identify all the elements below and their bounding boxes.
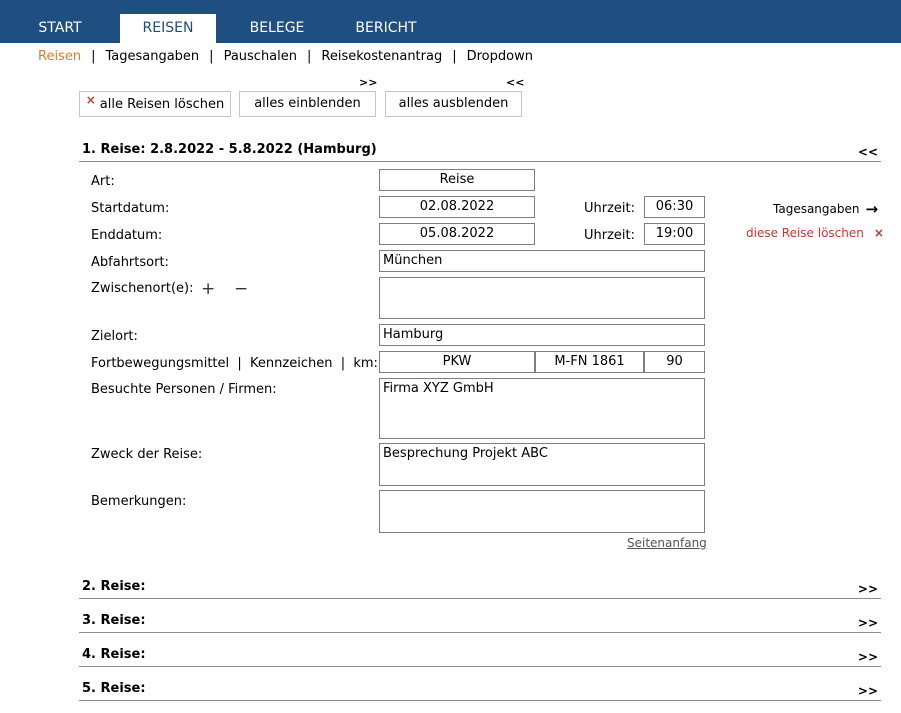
art-label: Art: xyxy=(91,174,115,189)
expand-all-marker[interactable]: >> xyxy=(359,76,377,89)
enddatum-field[interactable]: 05.08.2022 xyxy=(379,223,535,245)
subnav-dropdown[interactable]: Dropdown xyxy=(467,49,533,64)
tagesangaben-link[interactable]: Tagesangaben → xyxy=(773,199,879,218)
abfahrtsort-field[interactable]: München xyxy=(379,250,705,272)
enddatum-label: Enddatum: xyxy=(91,228,163,243)
delete-all-trips-label: alle Reisen löschen xyxy=(99,97,225,112)
subnav-reisekostenantrag[interactable]: Reisekostenantrag xyxy=(321,49,442,64)
delete-all-trips-button[interactable]: × alle Reisen löschen xyxy=(79,91,231,117)
trip-3-title: 3. Reise: xyxy=(82,613,146,628)
top-ribbon: START REISEN BELEGE BERICHT xyxy=(0,0,901,43)
end-uhrzeit-field[interactable]: 19:00 xyxy=(644,223,705,245)
zwischenort-field[interactable] xyxy=(379,277,705,319)
zielort-label: Zielort: xyxy=(91,329,138,344)
back-to-top-link[interactable]: Seitenanfang xyxy=(627,536,707,550)
subnav-separator: | xyxy=(307,49,312,64)
trip-2-title: 2. Reise: xyxy=(82,579,146,594)
zielort-field[interactable]: Hamburg xyxy=(379,324,705,346)
delete-icon: × xyxy=(873,226,884,240)
zweck-label: Zweck der Reise: xyxy=(91,447,203,462)
besuchte-field[interactable]: Firma XYZ GmbH xyxy=(379,378,705,439)
subnav-reisen[interactable]: Reisen xyxy=(38,49,81,64)
delete-trip-label: diese Reise löschen xyxy=(746,226,864,240)
startdatum-field[interactable]: 02.08.2022 xyxy=(379,196,535,218)
startdatum-label: Startdatum: xyxy=(91,201,170,216)
trip-4-title: 4. Reise: xyxy=(82,647,146,662)
trip-5-expand-toggle[interactable]: >> xyxy=(858,684,878,698)
hide-all-button[interactable]: alles ausblenden xyxy=(385,91,522,117)
trip-1-header[interactable]: 1. Reise: 2.8.2022 - 5.8.2022 (Hamburg) … xyxy=(79,138,881,162)
trip-4-expand-toggle[interactable]: >> xyxy=(858,650,878,664)
subnav-pauschalen[interactable]: Pauschalen xyxy=(224,49,297,64)
start-uhrzeit-label: Uhrzeit: xyxy=(584,201,636,216)
tab-belege[interactable]: BELEGE xyxy=(236,14,318,43)
trip-5-header[interactable]: 5. Reise: >> xyxy=(79,677,881,701)
tab-reisen[interactable]: REISEN xyxy=(120,14,216,43)
collapse-all-marker[interactable]: << xyxy=(506,76,524,89)
add-stop-icon[interactable]: + xyxy=(201,279,215,299)
trip-5-title: 5. Reise: xyxy=(82,681,146,696)
delete-trip-link[interactable]: diese Reise löschen × xyxy=(746,226,884,240)
trip-1-collapse-toggle[interactable]: << xyxy=(858,145,878,159)
show-all-button[interactable]: alles einblenden xyxy=(239,91,376,117)
trip-4-header[interactable]: 4. Reise: >> xyxy=(79,643,881,667)
subnav-tagesangaben[interactable]: Tagesangaben xyxy=(105,49,199,64)
besuchte-label: Besuchte Personen / Firmen: xyxy=(91,382,277,397)
tab-start[interactable]: START xyxy=(22,14,98,43)
tab-bericht[interactable]: BERICHT xyxy=(340,14,432,43)
fortbewegung-label: Fortbewegungsmittel | Kennzeichen | km: xyxy=(91,356,378,371)
abfahrtsort-label: Abfahrtsort: xyxy=(91,255,169,270)
art-field[interactable]: Reise xyxy=(379,169,535,191)
km-field[interactable]: 90 xyxy=(644,351,705,373)
trip-1-title: 1. Reise: 2.8.2022 - 5.8.2022 (Hamburg) xyxy=(82,142,377,157)
zwischenort-label: Zwischenort(e): xyxy=(91,281,194,296)
kennzeichen-field[interactable]: M-FN 1861 xyxy=(535,351,644,373)
trip-2-expand-toggle[interactable]: >> xyxy=(858,582,878,596)
subnav-separator: | xyxy=(209,49,214,64)
trip-3-expand-toggle[interactable]: >> xyxy=(858,616,878,630)
sub-navigation: Reisen | Tagesangaben | Pauschalen | Reisekost… xyxy=(38,49,533,65)
bemerkungen-field[interactable] xyxy=(379,490,705,533)
arrow-right-icon: → xyxy=(865,200,879,218)
end-uhrzeit-label: Uhrzeit: xyxy=(584,228,636,243)
trip-3-header[interactable]: 3. Reise: >> xyxy=(79,609,881,633)
remove-stop-icon[interactable]: − xyxy=(234,279,248,299)
bemerkungen-label: Bemerkungen: xyxy=(91,494,187,509)
zweck-field[interactable]: Besprechung Projekt ABC xyxy=(379,443,705,486)
subnav-separator: | xyxy=(91,49,96,64)
trip-2-header[interactable]: 2. Reise: >> xyxy=(79,575,881,599)
delete-icon: × xyxy=(85,93,96,107)
fortbewegungsmittel-field[interactable]: PKW xyxy=(379,351,535,373)
subnav-separator: | xyxy=(452,49,457,64)
start-uhrzeit-field[interactable]: 06:30 xyxy=(644,196,705,218)
tagesangaben-link-label: Tagesangaben xyxy=(773,202,860,216)
